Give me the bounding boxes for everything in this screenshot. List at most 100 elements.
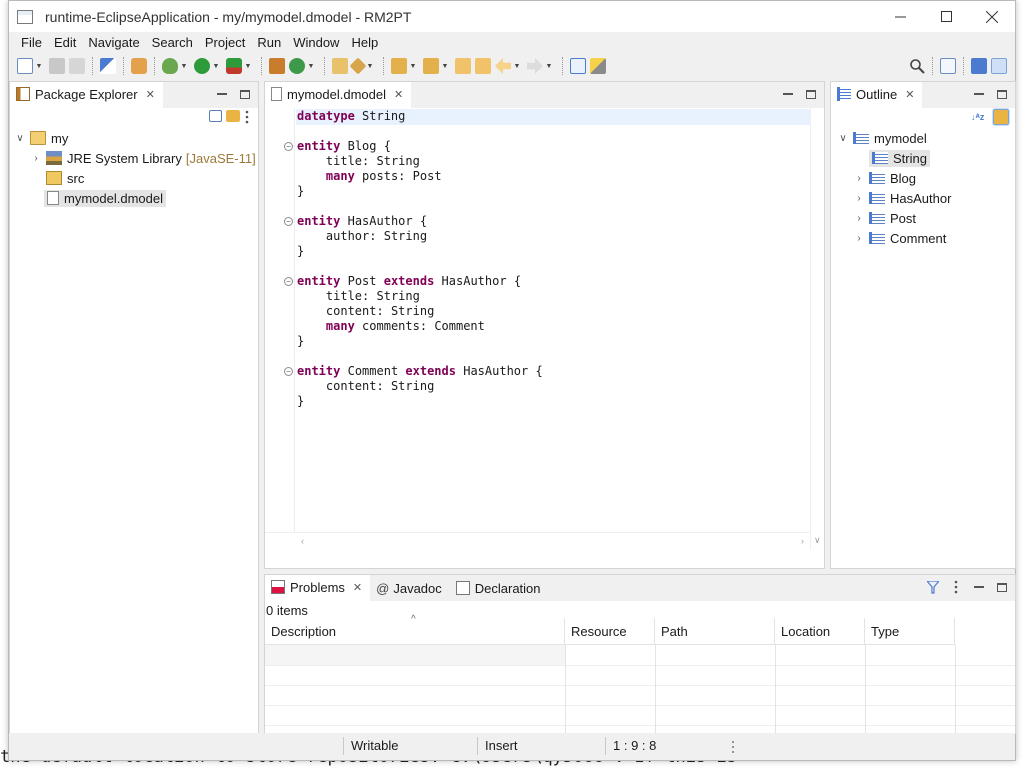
tree-item-src[interactable]: src <box>46 168 84 188</box>
open-task-dropdown-icon[interactable]: ▼ <box>366 58 374 74</box>
code-editor[interactable]: datatype String entity Blog {− title: Str… <box>265 108 824 550</box>
fold-toggle-icon[interactable]: − <box>284 217 293 226</box>
view-menu-button[interactable] <box>947 579 965 595</box>
sort-alphabetically-icon[interactable]: ↓ᴬz <box>971 109 989 125</box>
link-with-editor-icon[interactable] <box>992 108 1010 126</box>
open-task-icon[interactable] <box>349 57 367 75</box>
previous-annotation-dropdown-icon[interactable]: ▼ <box>441 58 449 74</box>
external-tools-icon[interactable] <box>226 58 242 74</box>
expand-closed-icon[interactable]: › <box>853 193 865 204</box>
column-header-location[interactable]: Location <box>775 618 865 645</box>
menu-edit[interactable]: Edit <box>48 35 82 50</box>
outline-root[interactable]: ∨ mymodel <box>837 128 926 148</box>
expand-closed-icon[interactable]: › <box>853 233 865 244</box>
save-all-icon[interactable] <box>69 58 85 74</box>
outline-item[interactable]: › HasAuthor <box>853 188 951 208</box>
fold-toggle-icon[interactable]: − <box>284 367 293 376</box>
outline-item[interactable]: › Post <box>853 208 916 228</box>
expand-closed-icon[interactable]: › <box>853 213 865 224</box>
back-to-icon[interactable] <box>475 58 491 74</box>
tree-item-project[interactable]: ∨ my <box>14 128 68 148</box>
expand-open-icon[interactable]: ∨ <box>837 133 849 144</box>
maximize-button[interactable] <box>923 1 969 32</box>
filter-button[interactable] <box>924 579 942 595</box>
menu-help[interactable]: Help <box>345 35 384 50</box>
maximize-view-button[interactable] <box>993 579 1011 595</box>
back-icon[interactable] <box>495 58 511 74</box>
maximize-view-button[interactable] <box>236 86 254 102</box>
expand-closed-icon[interactable]: › <box>30 153 42 164</box>
new-class-icon[interactable] <box>289 58 305 74</box>
new-dropdown-icon[interactable]: ▼ <box>35 58 43 74</box>
close-view-icon[interactable]: ✕ <box>905 88 914 101</box>
new-class-dropdown-icon[interactable]: ▼ <box>307 58 315 74</box>
column-header-path[interactable]: Path <box>655 618 775 645</box>
tab-package-explorer[interactable]: Package Explorer ✕ <box>10 82 163 108</box>
skip-breakpoints-icon[interactable] <box>100 58 116 74</box>
expand-closed-icon[interactable]: › <box>853 173 865 184</box>
last-edit-location-icon[interactable] <box>455 58 471 74</box>
open-perspective-icon[interactable] <box>940 58 956 74</box>
column-header-type[interactable]: Type <box>865 618 955 645</box>
menu-window[interactable]: Window <box>287 35 345 50</box>
minimize-editor-button[interactable] <box>779 86 797 102</box>
close-view-icon[interactable]: ✕ <box>146 88 155 101</box>
menu-search[interactable]: Search <box>146 35 199 50</box>
menu-navigate[interactable]: Navigate <box>82 35 145 50</box>
minimize-view-button[interactable] <box>213 86 231 102</box>
tab-problems[interactable]: Problems ✕ <box>265 575 371 601</box>
column-header-resource[interactable]: Resource <box>565 618 655 645</box>
save-icon[interactable] <box>49 58 65 74</box>
tab-editor-file[interactable]: mymodel.dmodel ✕ <box>265 82 412 108</box>
maximize-editor-button[interactable] <box>802 86 820 102</box>
vertical-scrollbar[interactable]: ∨ <box>810 108 824 550</box>
search-icon[interactable] <box>909 58 925 74</box>
view-menu-icon[interactable] <box>244 110 250 126</box>
new-package-icon[interactable] <box>269 58 285 74</box>
fold-toggle-icon[interactable]: − <box>284 277 293 286</box>
outline-item[interactable]: › Comment <box>853 228 946 248</box>
toggle-icon[interactable] <box>131 58 147 74</box>
link-with-editor-icon[interactable] <box>226 110 240 122</box>
column-header-description[interactable]: Description ^ <box>265 614 565 645</box>
fold-toggle-icon[interactable]: − <box>284 142 293 151</box>
close-button[interactable] <box>969 1 1015 32</box>
collapse-all-icon[interactable] <box>209 110 222 122</box>
highlight-icon[interactable] <box>590 58 606 74</box>
tree-item-jre-library[interactable]: › JRE System Library [JavaSE-11] <box>30 148 255 168</box>
debug-dropdown-icon[interactable]: ▼ <box>180 58 188 74</box>
new-icon[interactable] <box>17 58 33 74</box>
outline-item[interactable]: › Blog <box>853 168 916 188</box>
forward-dropdown-icon[interactable]: ▼ <box>545 58 553 74</box>
forward-icon[interactable] <box>527 58 543 74</box>
menu-file[interactable]: File <box>15 35 48 50</box>
run-icon[interactable] <box>194 58 210 74</box>
tab-javadoc[interactable]: @ Javadoc <box>370 575 450 601</box>
maximize-view-button[interactable] <box>993 86 1011 102</box>
next-annotation-icon[interactable] <box>391 58 407 74</box>
scroll-left-icon[interactable]: ‹ <box>301 536 304 546</box>
menu-run[interactable]: Run <box>251 35 287 50</box>
expand-open-icon[interactable]: ∨ <box>14 133 26 144</box>
close-view-icon[interactable]: ✕ <box>353 581 362 594</box>
title-bar[interactable]: runtime-EclipseApplication - my/mymodel.… <box>9 1 1015 32</box>
horizontal-scrollbar[interactable]: ‹ › <box>265 532 810 550</box>
next-annotation-dropdown-icon[interactable]: ▼ <box>409 58 417 74</box>
tab-outline[interactable]: Outline ✕ <box>831 82 923 108</box>
external-tools-dropdown-icon[interactable]: ▼ <box>244 58 252 74</box>
scroll-down-icon[interactable]: ∨ <box>814 535 821 546</box>
open-type-icon[interactable] <box>332 58 348 74</box>
tab-declaration[interactable]: Declaration <box>449 575 549 601</box>
minimize-view-button[interactable] <box>970 579 988 595</box>
scroll-right-icon[interactable]: › <box>801 536 804 546</box>
close-editor-icon[interactable]: ✕ <box>394 88 403 101</box>
java-perspective-icon[interactable] <box>991 58 1007 74</box>
minimize-view-button[interactable] <box>970 86 988 102</box>
outline-item[interactable]: String <box>853 148 930 168</box>
modeling-perspective-icon[interactable] <box>971 58 987 74</box>
pin-editor-icon[interactable] <box>570 58 586 74</box>
tree-item-model-file[interactable]: mymodel.dmodel <box>44 188 166 208</box>
minimize-button[interactable] <box>877 1 923 32</box>
debug-icon[interactable] <box>162 58 178 74</box>
run-dropdown-icon[interactable]: ▼ <box>212 58 220 74</box>
